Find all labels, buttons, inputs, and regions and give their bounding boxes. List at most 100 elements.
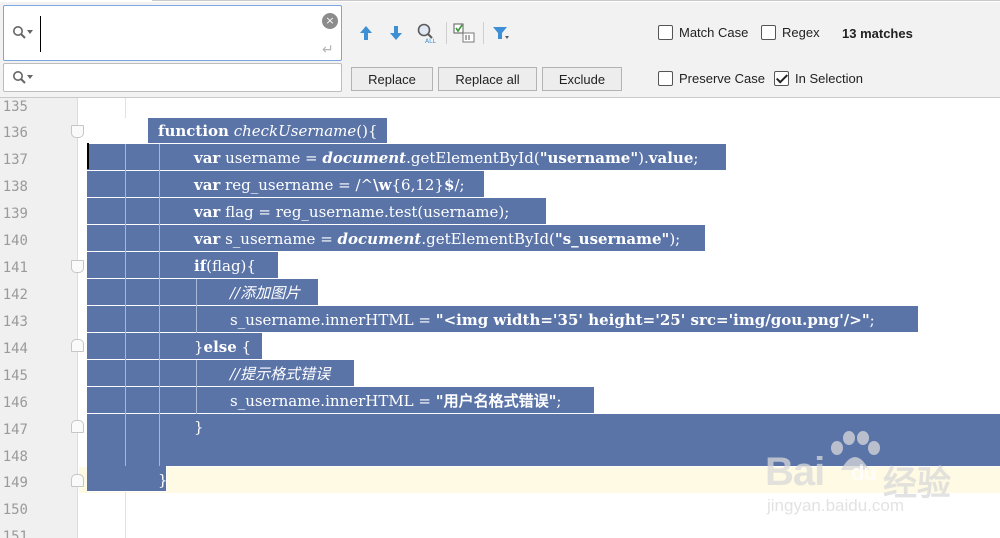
line-number: 139 xyxy=(2,206,28,222)
clear-search-icon[interactable]: × xyxy=(322,13,338,29)
code-regex-anchor: $ xyxy=(444,176,455,194)
line-number: 142 xyxy=(2,287,28,303)
previous-occurrence-icon[interactable] xyxy=(356,22,376,44)
code-string: "<img width='35' height='25' src='img/go… xyxy=(435,311,870,329)
code-text: s_username.innerHTML = xyxy=(230,311,436,329)
in-selection-checkbox[interactable] xyxy=(774,71,789,86)
code-function-name: checkUsername xyxy=(233,122,357,140)
watermark-url: jingyan.baidu.com xyxy=(767,496,905,515)
code-text: (){ xyxy=(356,122,378,140)
regex-label: Regex xyxy=(782,25,820,40)
code-string: "username" xyxy=(539,149,639,167)
fold-marker-icon[interactable] xyxy=(71,260,84,273)
code-keyword: var xyxy=(194,230,221,248)
preserve-case-checkbox[interactable] xyxy=(658,71,673,86)
indent-guide xyxy=(196,360,197,414)
indent-guide xyxy=(159,144,160,466)
toolbar-separator xyxy=(446,22,447,44)
code-line-144[interactable]: }else { xyxy=(194,334,251,360)
watermark-brand: Bai xyxy=(765,450,825,494)
code-text: } xyxy=(194,338,204,356)
replace-history-icon[interactable] xyxy=(12,70,34,91)
code-line-140[interactable]: var s_username = document.getElementById… xyxy=(194,226,680,252)
line-number: 145 xyxy=(2,368,28,384)
code-comment: //提示格式错误 xyxy=(230,365,331,383)
code-string: "用户名格式错误" xyxy=(435,392,557,410)
code-line-137[interactable]: var username = document.getElementById("… xyxy=(194,145,698,171)
code-text: (flag){ xyxy=(206,257,256,275)
exclude-button[interactable]: Exclude xyxy=(542,67,622,91)
preserve-case-label: Preserve Case xyxy=(679,71,765,86)
code-text: ; xyxy=(556,392,562,410)
code-line-142[interactable]: //添加图片 xyxy=(230,280,300,306)
code-text: {6,12} xyxy=(391,176,445,194)
line-number: 144 xyxy=(2,341,28,357)
code-line-141[interactable]: if(flag){ xyxy=(194,253,256,279)
code-text: s_username.innerHTML = xyxy=(230,392,436,410)
indent-guide xyxy=(196,279,197,333)
text-caret xyxy=(40,16,41,52)
line-number: 137 xyxy=(2,152,28,168)
indent-guide xyxy=(125,98,126,118)
in-selection-label: In Selection xyxy=(795,71,863,86)
preserve-case-option[interactable]: Preserve Case xyxy=(658,71,765,86)
code-text: ). xyxy=(638,149,649,167)
code-line-139[interactable]: var flag = reg_username.test(username); xyxy=(194,199,509,225)
code-line-143[interactable]: s_username.innerHTML = "<img width='35' … xyxy=(230,307,875,333)
line-number: 146 xyxy=(2,395,28,411)
line-number: 148 xyxy=(2,449,28,465)
code-keyword: var xyxy=(194,149,221,167)
search-history-icon[interactable] xyxy=(12,25,34,46)
line-number: 136 xyxy=(2,125,28,141)
match-case-option[interactable]: Match Case xyxy=(658,25,748,40)
code-line-138[interactable]: var reg_username = /^\w{6,12}$/; xyxy=(194,172,465,198)
line-number: 149 xyxy=(2,475,28,491)
line-number: 143 xyxy=(2,314,28,330)
code-property: value xyxy=(648,149,694,167)
next-occurrence-icon[interactable] xyxy=(386,22,406,44)
fold-marker-icon[interactable] xyxy=(71,125,84,138)
select-all-occurrences-icon[interactable] xyxy=(452,22,476,44)
line-number: 140 xyxy=(2,233,28,249)
regex-option[interactable]: Regex xyxy=(761,25,820,40)
replace-input[interactable] xyxy=(3,63,342,92)
code-text: ); xyxy=(669,230,681,248)
watermark-paw-letters: du xyxy=(851,460,877,485)
new-line-icon[interactable]: ↵ xyxy=(322,42,334,58)
filter-icon[interactable] xyxy=(490,22,512,44)
line-number: 141 xyxy=(2,260,28,276)
code-text: } xyxy=(194,418,204,436)
code-text: flag = reg_username.test(username); xyxy=(220,203,510,221)
code-global: document xyxy=(322,149,407,167)
indent-guide xyxy=(125,144,126,466)
code-text: username = xyxy=(220,149,323,167)
fold-end-marker-icon[interactable] xyxy=(71,420,84,433)
regex-checkbox[interactable] xyxy=(761,25,776,40)
replace-all-button[interactable]: Replace all xyxy=(438,67,537,91)
selection-block xyxy=(87,466,167,492)
search-input[interactable]: × ↵ xyxy=(3,5,342,61)
code-keyword: var xyxy=(194,176,221,194)
code-line-146[interactable]: s_username.innerHTML = "用户名格式错误"; xyxy=(230,388,561,414)
line-number: 150 xyxy=(2,502,28,518)
code-keyword: if xyxy=(194,257,207,275)
code-line-147[interactable]: } xyxy=(194,414,204,440)
code-line-136[interactable]: function checkUsername(){ xyxy=(158,118,378,144)
find-replace-panel: × ↵ ALL Match Case Regex 13 matches Pres… xyxy=(0,0,1000,98)
in-selection-option[interactable]: In Selection xyxy=(774,71,863,86)
fold-end-marker-icon[interactable] xyxy=(71,474,84,487)
replace-button[interactable]: Replace xyxy=(351,67,433,91)
find-all-occurrences-icon[interactable]: ALL xyxy=(414,22,438,44)
code-text: ; xyxy=(869,311,875,329)
match-case-checkbox[interactable] xyxy=(658,25,673,40)
indent-guide xyxy=(125,492,126,538)
baidu-jingyan-watermark: Bai du 经验 jingyan.baidu.com xyxy=(765,430,995,530)
text-cursor xyxy=(87,143,89,169)
code-line-149[interactable]: } xyxy=(158,467,168,493)
fold-end-marker-icon[interactable] xyxy=(71,339,84,352)
code-global: document xyxy=(337,230,422,248)
code-text: ; xyxy=(693,149,699,167)
code-keyword: else xyxy=(203,338,237,356)
code-comment: //添加图片 xyxy=(230,284,301,302)
code-line-145[interactable]: //提示格式错误 xyxy=(230,361,330,387)
